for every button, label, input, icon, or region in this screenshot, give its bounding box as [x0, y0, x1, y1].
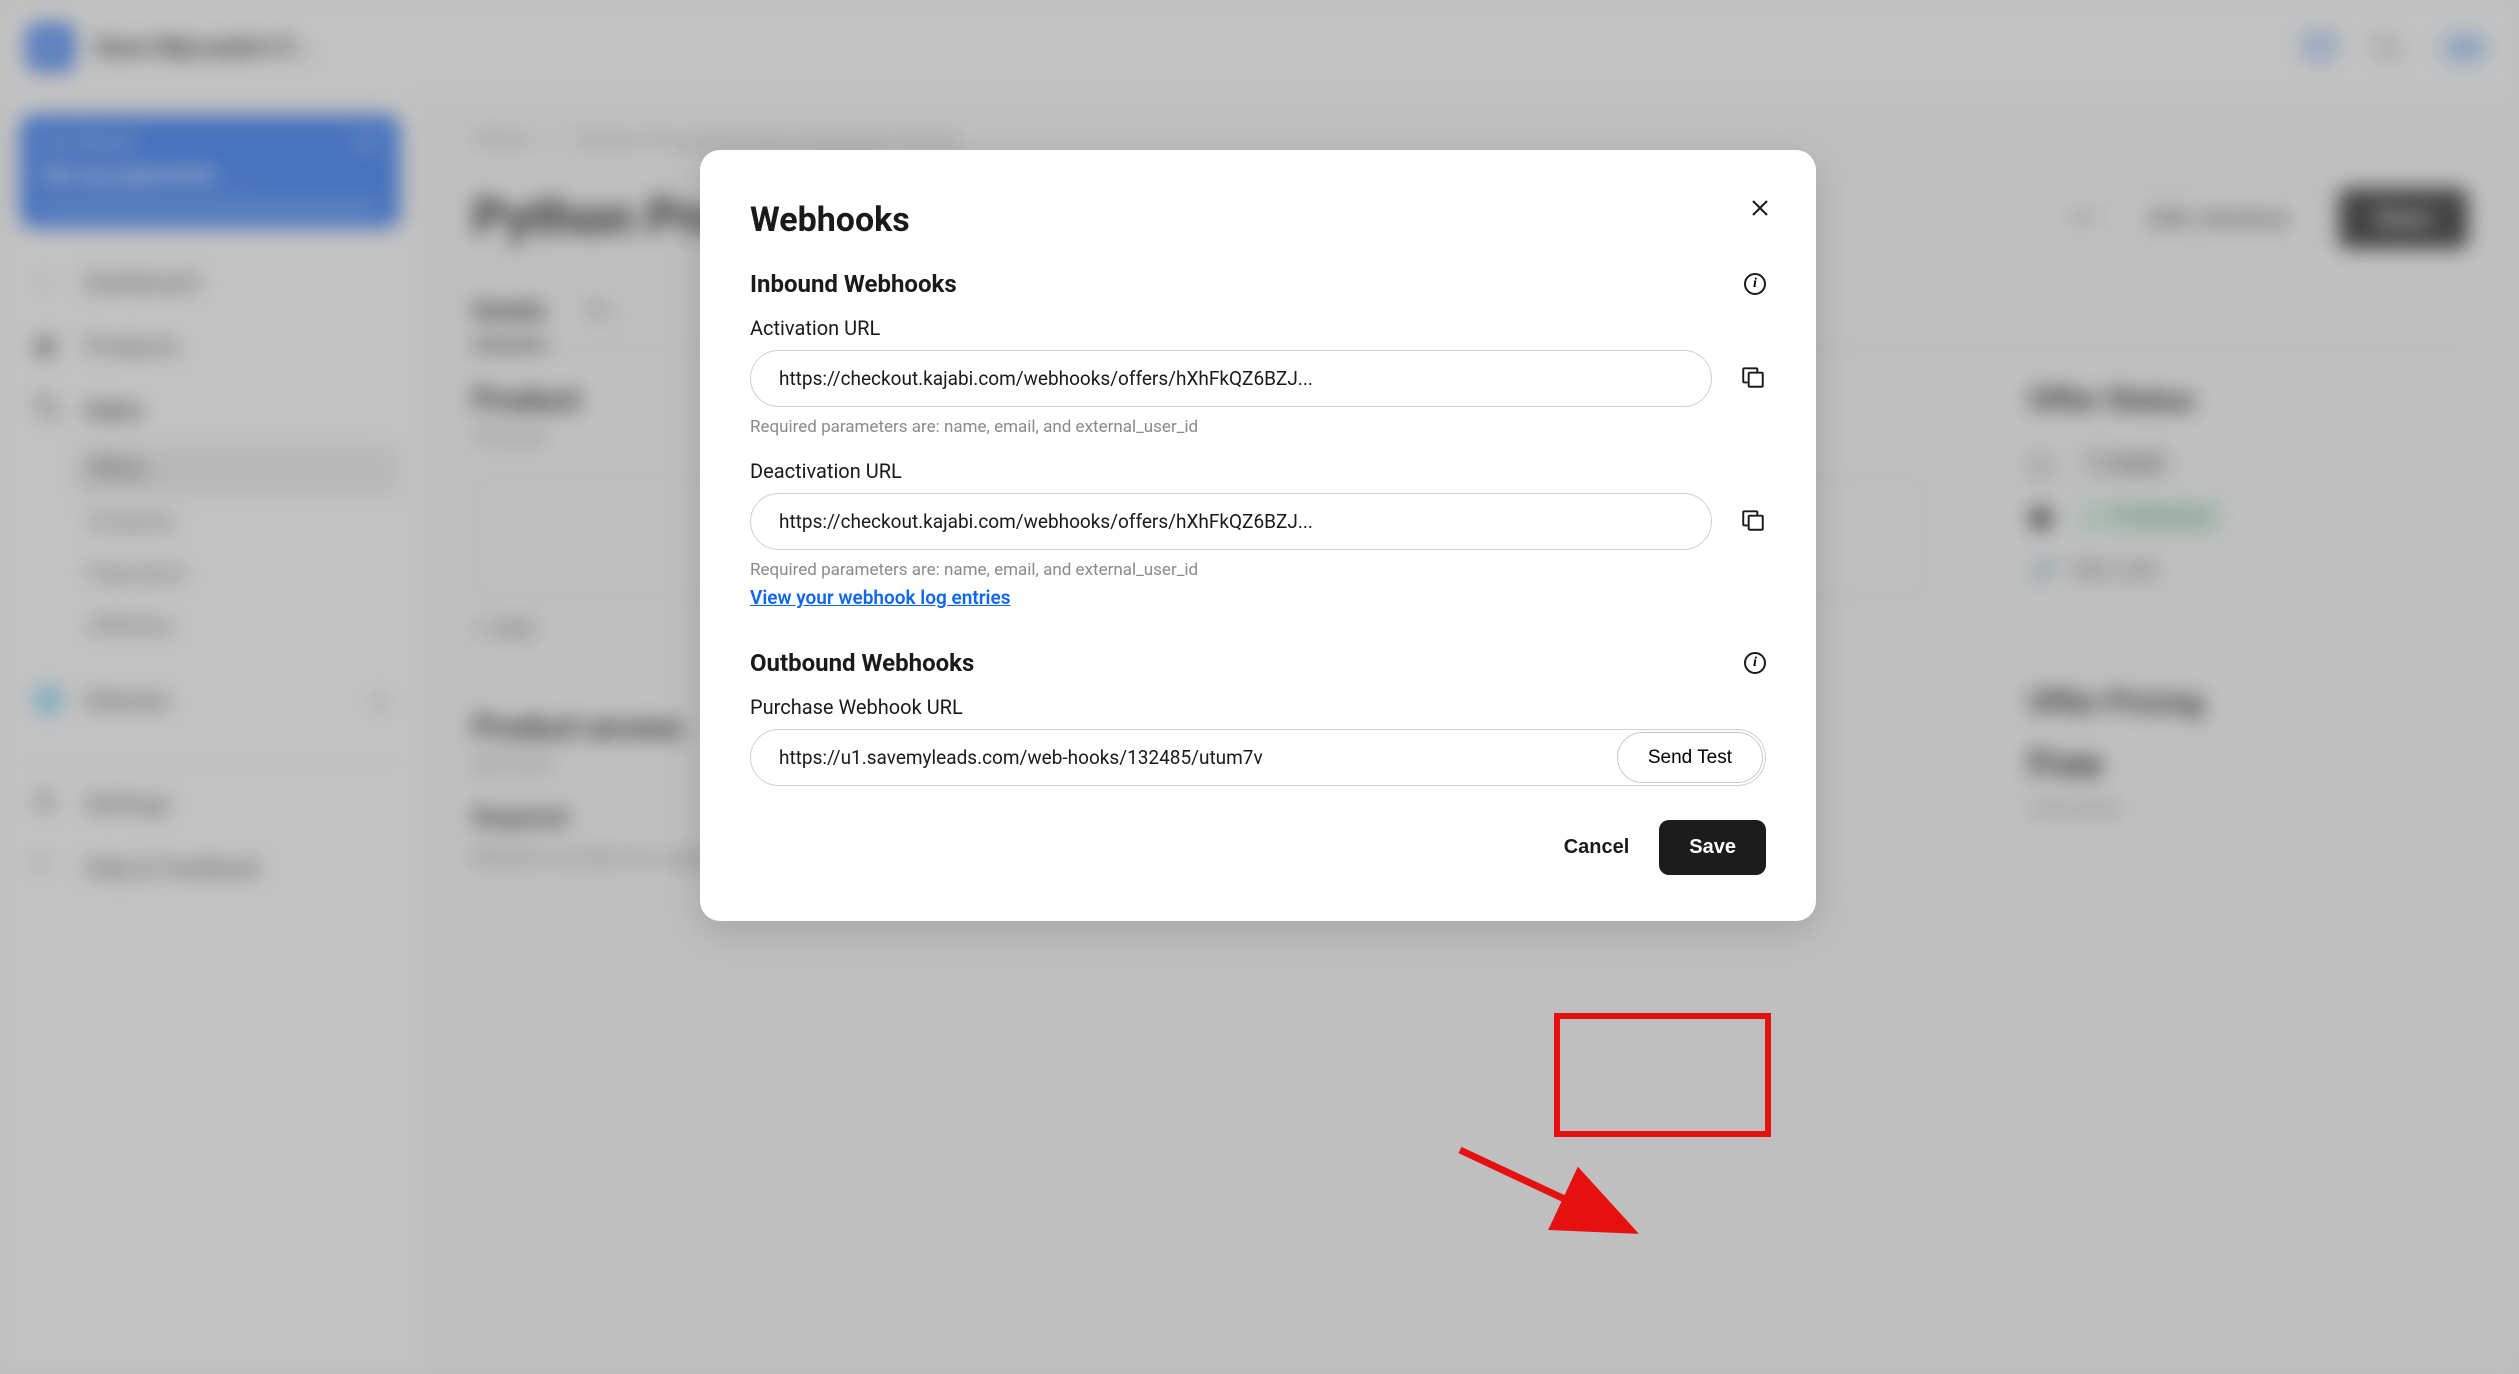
deactivation-hint: Required parameters are: name, email, an…	[750, 560, 1766, 580]
activation-label: Activation URL	[750, 316, 1766, 340]
copy-activation-button[interactable]	[1740, 364, 1766, 394]
webhooks-modal: Webhooks Inbound Webhooks i Activation U…	[700, 150, 1816, 921]
outbound-info-icon[interactable]: i	[1744, 652, 1766, 674]
outbound-title: Outbound Webhooks	[750, 649, 974, 677]
copy-deactivation-button[interactable]	[1740, 507, 1766, 537]
modal-title: Webhooks	[750, 200, 1766, 240]
inbound-title: Inbound Webhooks	[750, 270, 957, 298]
cancel-button[interactable]: Cancel	[1564, 836, 1630, 859]
purchase-label: Purchase Webhook URL	[750, 695, 1766, 719]
activation-hint: Required parameters are: name, email, an…	[750, 417, 1766, 437]
inbound-info-icon[interactable]: i	[1744, 273, 1766, 295]
close-button[interactable]	[1748, 196, 1772, 224]
save-button[interactable]: Save	[1659, 820, 1766, 875]
activation-url-input[interactable]: https://checkout.kajabi.com/webhooks/off…	[750, 350, 1712, 407]
deactivation-url-input[interactable]: https://checkout.kajabi.com/webhooks/off…	[750, 493, 1712, 550]
send-test-button[interactable]: Send Test	[1617, 732, 1763, 783]
deactivation-label: Deactivation URL	[750, 459, 1766, 483]
purchase-url-input[interactable]: https://u1.savemyleads.com/web-hooks/132…	[750, 729, 1766, 786]
webhook-log-link[interactable]: View your webhook log entries	[750, 586, 1010, 609]
